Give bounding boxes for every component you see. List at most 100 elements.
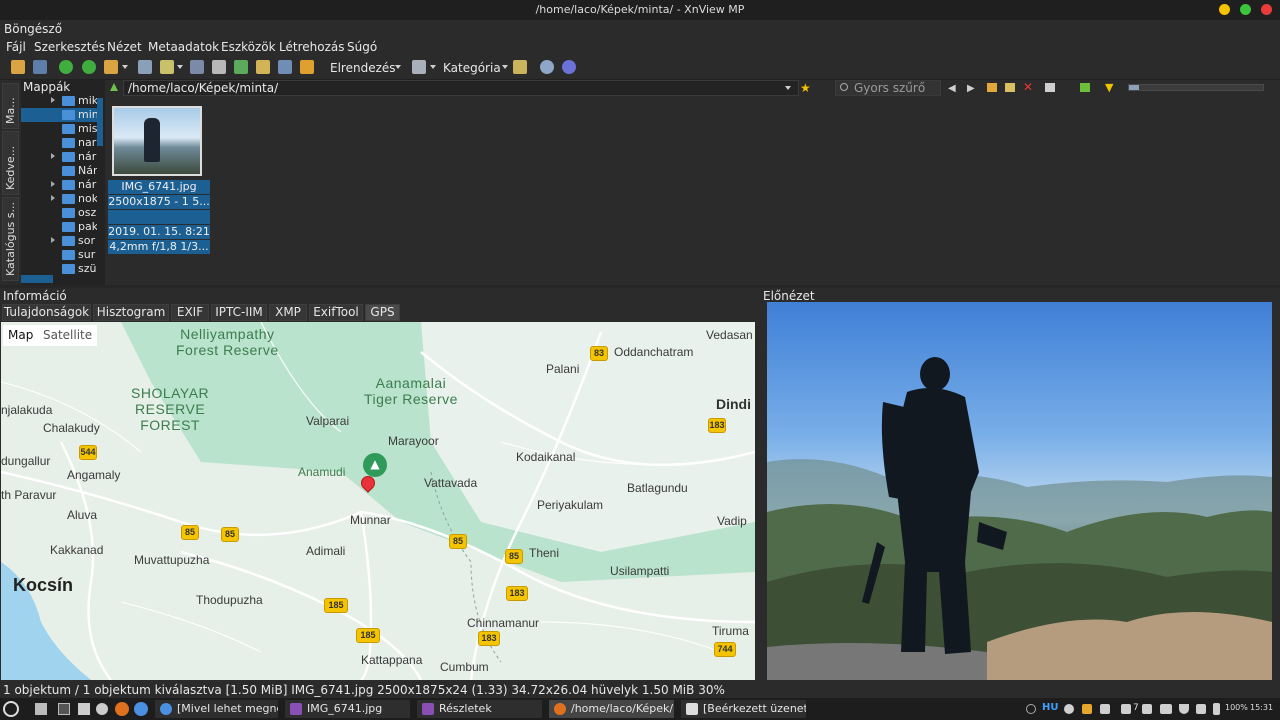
preview-image[interactable] [767, 302, 1272, 680]
thumbnail-size-slider[interactable] [1128, 84, 1264, 91]
chevron-down-icon[interactable] [395, 65, 401, 69]
category-dropdown[interactable]: Kategória [443, 61, 501, 75]
update-icon[interactable] [1082, 704, 1092, 714]
quick-filter-input[interactable]: Gyors szűrő [835, 80, 941, 96]
chevron-down-icon[interactable] [177, 65, 183, 69]
folder-tree-item[interactable]: nár [21, 178, 97, 192]
satellite-view-button[interactable]: Satellite [38, 325, 98, 346]
close-button[interactable] [1261, 4, 1272, 15]
tab-properties[interactable]: Tulajdonságok [2, 304, 91, 321]
menu-create[interactable]: Létrehozás [279, 40, 344, 54]
task-mail[interactable]: [Beérkezett üzenete... [681, 700, 806, 718]
move-icon[interactable] [160, 60, 174, 74]
gps-map[interactable]: Map Satellite Nelliyampathy Forest Reser… [1, 322, 755, 680]
folder-tree-item[interactable]: sur [21, 248, 97, 262]
expand-arrow-icon[interactable] [51, 153, 55, 159]
task-xnview-image[interactable]: IMG_6741.jpg [285, 700, 410, 718]
slideshow-icon[interactable] [256, 60, 270, 74]
side-tab-favorites[interactable]: Kedve... [2, 131, 19, 195]
task-xnview-browser[interactable]: /home/laco/Képek/... [549, 700, 674, 718]
battery-icon[interactable] [1213, 703, 1220, 715]
language-indicator[interactable]: HU [1042, 702, 1059, 713]
network-icon[interactable] [1100, 704, 1110, 714]
copy-icon[interactable] [138, 60, 152, 74]
binoculars-icon[interactable] [190, 60, 204, 74]
chevron-down-icon[interactable] [122, 65, 128, 69]
media-icon[interactable] [1064, 704, 1074, 714]
chevron-down-icon[interactable] [502, 65, 508, 69]
thumbnail-item[interactable]: IMG_6741.jpg 2500x1875 - 1 5... 2019. 01… [108, 100, 210, 254]
up-arrow-icon[interactable] [110, 83, 118, 91]
tree-icon[interactable] [513, 60, 527, 74]
folder-icon[interactable] [987, 83, 997, 92]
tag-icon[interactable] [1080, 83, 1090, 92]
gear-icon[interactable] [540, 60, 554, 74]
forward-icon[interactable]: ▶ [967, 83, 975, 94]
clipboard-icon[interactable] [1142, 704, 1152, 714]
star-icon[interactable]: ★ [800, 81, 811, 95]
delete-icon[interactable]: ✕ [1023, 80, 1033, 94]
convert-icon[interactable] [234, 60, 248, 74]
folder-tree-item[interactable]: sor [21, 234, 97, 248]
firefox-icon[interactable] [115, 702, 129, 716]
folder-action-icon[interactable] [104, 60, 118, 74]
sort-dropdown[interactable]: Elrendezés [330, 61, 396, 75]
folder-hscrollbar[interactable] [21, 275, 53, 283]
volume-icon[interactable] [1196, 704, 1206, 714]
slider-handle[interactable] [1129, 85, 1139, 90]
chevron-down-icon[interactable] [430, 65, 436, 69]
view-mode-icon[interactable] [412, 60, 426, 74]
expand-arrow-icon[interactable] [51, 181, 55, 187]
chevron-down-icon[interactable] [785, 86, 791, 90]
print-icon[interactable] [212, 60, 226, 74]
folder-tree-item[interactable]: nár [21, 150, 97, 164]
settings-icon[interactable] [96, 703, 108, 715]
menu-file[interactable]: Fájl [6, 40, 26, 54]
reload-icon[interactable] [82, 60, 96, 74]
wifi-icon[interactable] [1179, 704, 1189, 714]
help-icon[interactable] [562, 60, 576, 74]
back-icon[interactable]: ◀ [948, 83, 956, 94]
keyboard-icon[interactable] [1026, 704, 1036, 714]
files-icon[interactable] [78, 703, 90, 715]
path-input[interactable]: /home/laco/Képek/minta/ [123, 80, 799, 96]
tab-iptc[interactable]: IPTC-IIM [211, 304, 267, 321]
start-menu-icon[interactable] [3, 701, 19, 717]
batch-icon[interactable] [278, 60, 292, 74]
tab-xmp[interactable]: XMP [269, 304, 307, 321]
folder-tree-item[interactable]: Nár [21, 164, 97, 178]
expand-arrow-icon[interactable] [51, 195, 55, 201]
folder-tree-item[interactable]: osz [21, 206, 97, 220]
chrome-icon[interactable] [134, 702, 148, 716]
menu-tools[interactable]: Eszközök [221, 40, 276, 54]
grid-view-icon[interactable] [1045, 83, 1055, 92]
display-icon[interactable] [1160, 704, 1172, 714]
folder-tree-item[interactable]: mik [21, 94, 97, 108]
folder-tree-item[interactable]: mis [21, 122, 97, 136]
tab-gps[interactable]: GPS [365, 304, 400, 321]
save-icon[interactable] [33, 60, 47, 74]
open-icon[interactable] [11, 60, 25, 74]
share-icon[interactable] [1121, 704, 1131, 714]
task-browser[interactable]: [Mivel lehet megné... [155, 700, 278, 718]
folder-scrollbar[interactable] [97, 98, 103, 146]
map-view-button[interactable]: Map [3, 325, 39, 346]
folder-tree-item[interactable]: nar [21, 136, 97, 150]
menu-view[interactable]: Nézet [107, 40, 142, 54]
tab-exiftool[interactable]: ExifTool [309, 304, 363, 321]
filter-icon[interactable]: ▼ [1105, 81, 1113, 94]
move-to-icon[interactable] [1005, 83, 1015, 92]
tab-exif[interactable]: EXIF [171, 304, 209, 321]
side-tab-catalog[interactable]: Katalógus s... [2, 197, 19, 281]
menu-edit[interactable]: Szerkesztés [34, 40, 105, 54]
minimize-button[interactable] [1219, 4, 1230, 15]
menu-metadata[interactable]: Metaadatok [148, 40, 219, 54]
contact-sheet-icon[interactable] [300, 60, 314, 74]
tab-browser[interactable]: Böngésző [4, 22, 62, 36]
terminal-icon[interactable] [58, 703, 70, 715]
folder-tree-item[interactable]: nok [21, 192, 97, 206]
folder-tree-item[interactable]: min [21, 108, 97, 122]
maximize-button[interactable] [1240, 4, 1251, 15]
folder-tree-item[interactable]: szü [21, 262, 97, 276]
folder-tree-item[interactable]: pak [21, 220, 97, 234]
